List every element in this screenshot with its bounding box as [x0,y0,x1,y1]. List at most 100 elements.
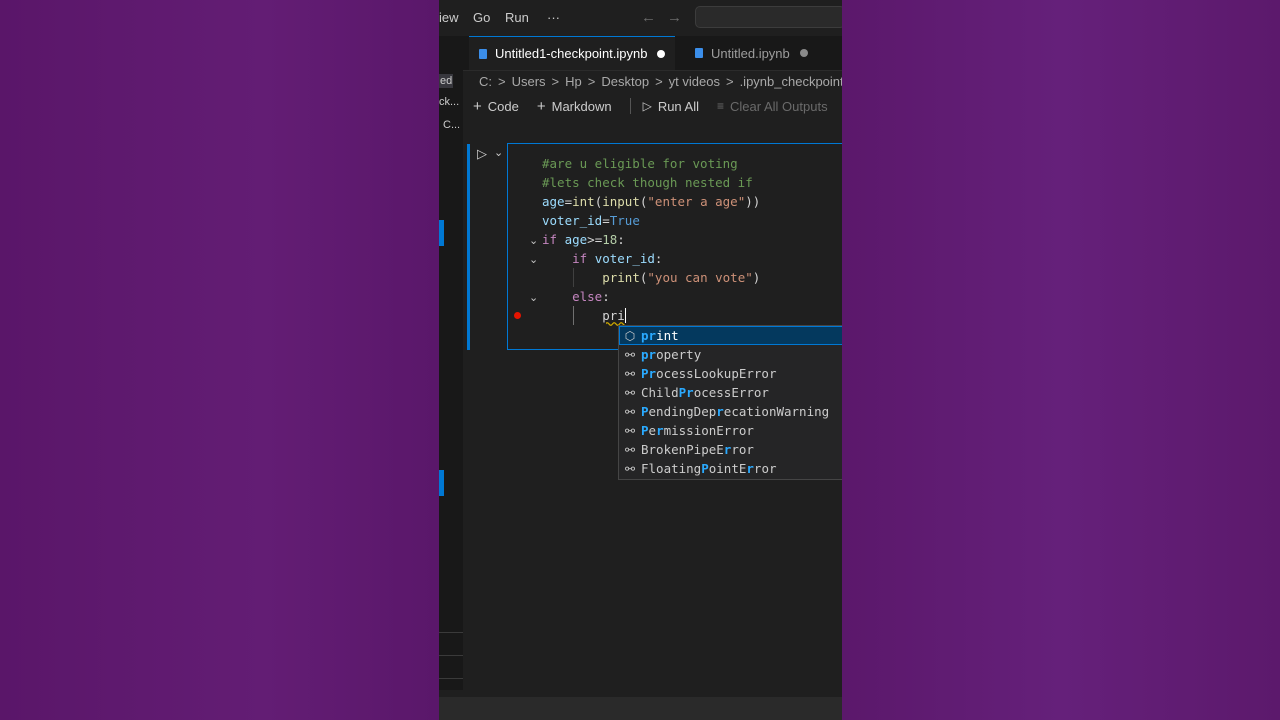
code-token: True [609,213,640,228]
suggestion-rest: endingDep [648,404,717,419]
suggestion-rest: ocessError [693,385,769,400]
side-panel-strip: ed ck... C... [439,70,463,690]
code-token: age [557,232,588,247]
menu-more[interactable]: ··· [547,10,560,25]
autocomplete-suggestions: ⬡ print ⚯ property ⚯ ProcessLookupError … [618,325,842,480]
divider [439,678,463,679]
suggestion-label: PermissionError [641,423,754,438]
class-icon: ⚯ [624,347,636,362]
suggestion-label: FloatingPointError [641,461,777,476]
chevron-right-icon: > [655,73,663,89]
fold-chevron-icon[interactable]: ⌄ [529,291,538,304]
scroll-indicator [439,470,444,496]
suggestion-match: r [656,423,664,438]
breadcrumb-hp[interactable]: Hp [565,74,582,89]
breadcrumb-drive[interactable]: C: [479,74,492,89]
suggestion-label: PendingDeprecationWarning [641,404,829,419]
breadcrumb-desktop[interactable]: Desktop [601,74,649,89]
suggestion-rest: Floating [641,461,702,476]
tab-untitled[interactable]: Untitled.ipynb [685,36,842,70]
fold-chevron-icon[interactable]: ⌄ [529,234,538,247]
run-all-icon: ▷ [642,99,652,113]
code-token: input [602,194,640,209]
class-icon: ⚯ [624,385,636,400]
run-cell-icon[interactable]: ▷ [477,146,487,162]
add-code-cell-button[interactable]: + Code [473,98,519,115]
code-token-typing: pri [602,308,625,323]
command-center-search[interactable] [695,6,842,28]
side-item-fragment[interactable]: C... [443,119,460,131]
forward-arrow-icon[interactable]: → [667,9,682,26]
editor-tabs: Untitled1-checkpoint.ipynb Untitled.ipyn… [439,36,842,71]
toolbar-divider [629,98,631,114]
unsaved-dot-icon[interactable] [799,49,808,57]
suggestion-item[interactable]: ⬡ print [619,326,842,345]
suggestion-label: ChildProcessError [641,385,769,400]
code-token: >= [587,232,603,247]
plus-icon: + [536,97,546,115]
suggestion-match: r [746,461,754,476]
add-markdown-cell-button[interactable]: + Markdown [537,98,612,115]
suggestion-item[interactable]: ⚯ PendingDeprecationWarning [619,402,842,421]
code-token: if [542,232,558,247]
side-item-fragment[interactable]: ed [439,74,454,88]
menu-go[interactable]: Go [473,10,490,25]
suggestion-match: Pr [641,366,657,381]
back-arrow-icon[interactable]: ← [641,9,656,26]
notebook-file-icon [695,48,703,58]
breakpoint-icon[interactable] [514,312,521,319]
chevron-right-icon: > [725,73,734,89]
suggestion-match: P [641,423,649,438]
suggestion-rest: ocessLookupError [656,366,777,381]
vscode-window: iew Go Run ··· ← → Untitled1-checkpoint.… [439,0,842,720]
suggestion-item[interactable]: ⚯ BrokenPipeError [619,440,842,459]
run-all-button[interactable]: ▷ Run All [643,99,699,114]
suggestion-item[interactable]: ⚯ FloatingPointError [619,459,842,478]
divider [439,655,463,656]
breadcrumb: C: > Users > Hp > Desktop > yt videos > … [479,72,842,90]
suggestion-match: r [716,404,724,419]
suggestion-rest: BrokenPipeE [641,442,724,457]
code-comment: #are u eligible for voting [542,156,738,171]
chevron-down-icon[interactable]: ⌄ [494,146,503,159]
suggestion-label: ProcessLookupError [641,366,776,381]
menu-run[interactable]: Run [505,10,529,25]
code-editor[interactable]: #are u eligible for voting #lets check t… [542,154,760,325]
suggestion-item[interactable]: ⚯ property [619,345,842,364]
cube-icon: ⬡ [624,328,636,343]
breadcrumb-users[interactable]: Users [512,74,546,89]
divider [439,632,463,633]
markdown-label: Markdown [551,98,612,114]
code-token: ) [752,270,761,285]
suggestion-rest: ointE [708,461,747,476]
breadcrumb-yt-videos[interactable]: yt videos [669,74,720,89]
class-icon: ⚯ [624,423,636,438]
suggestion-item[interactable]: ⚯ ProcessLookupError [619,364,842,383]
side-item-fragment[interactable]: ck... [439,96,459,108]
class-icon: ⚯ [624,442,636,457]
clear-all-outputs-button[interactable]: ≡ Clear All Outputs [717,99,828,114]
suggestion-rest: int [656,328,679,343]
background-right [842,0,1280,720]
notebook-file-icon [479,48,487,59]
notebook-toolbar: + Code + Markdown ▷ Run All ≡ Clear All … [473,96,842,116]
suggestion-label: BrokenPipeError [641,442,754,457]
run-all-label: Run All [657,98,700,114]
background-left [0,0,439,720]
suggestion-match: P [701,461,709,476]
code-token: "you can vote" [647,270,753,285]
code-token: "enter a age" [647,194,746,209]
suggestion-item[interactable]: ⚯ PermissionError [619,421,842,440]
code-token: 18 [602,232,618,247]
tab-untitled1-checkpoint[interactable]: Untitled1-checkpoint.ipynb [469,36,675,70]
text-caret [624,308,626,323]
code-token: : [617,232,625,247]
suggestion-item[interactable]: ⚯ ChildProcessError [619,383,842,402]
code-token: print [602,270,640,285]
fold-chevron-icon[interactable]: ⌄ [529,253,538,266]
chevron-right-icon: > [587,73,596,89]
suggestion-match: pr [641,328,657,343]
menu-view[interactable]: iew [439,10,459,25]
unsaved-dot-icon[interactable] [657,49,666,58]
breadcrumb-checkpoints[interactable]: .ipynb_checkpoints [740,74,842,89]
